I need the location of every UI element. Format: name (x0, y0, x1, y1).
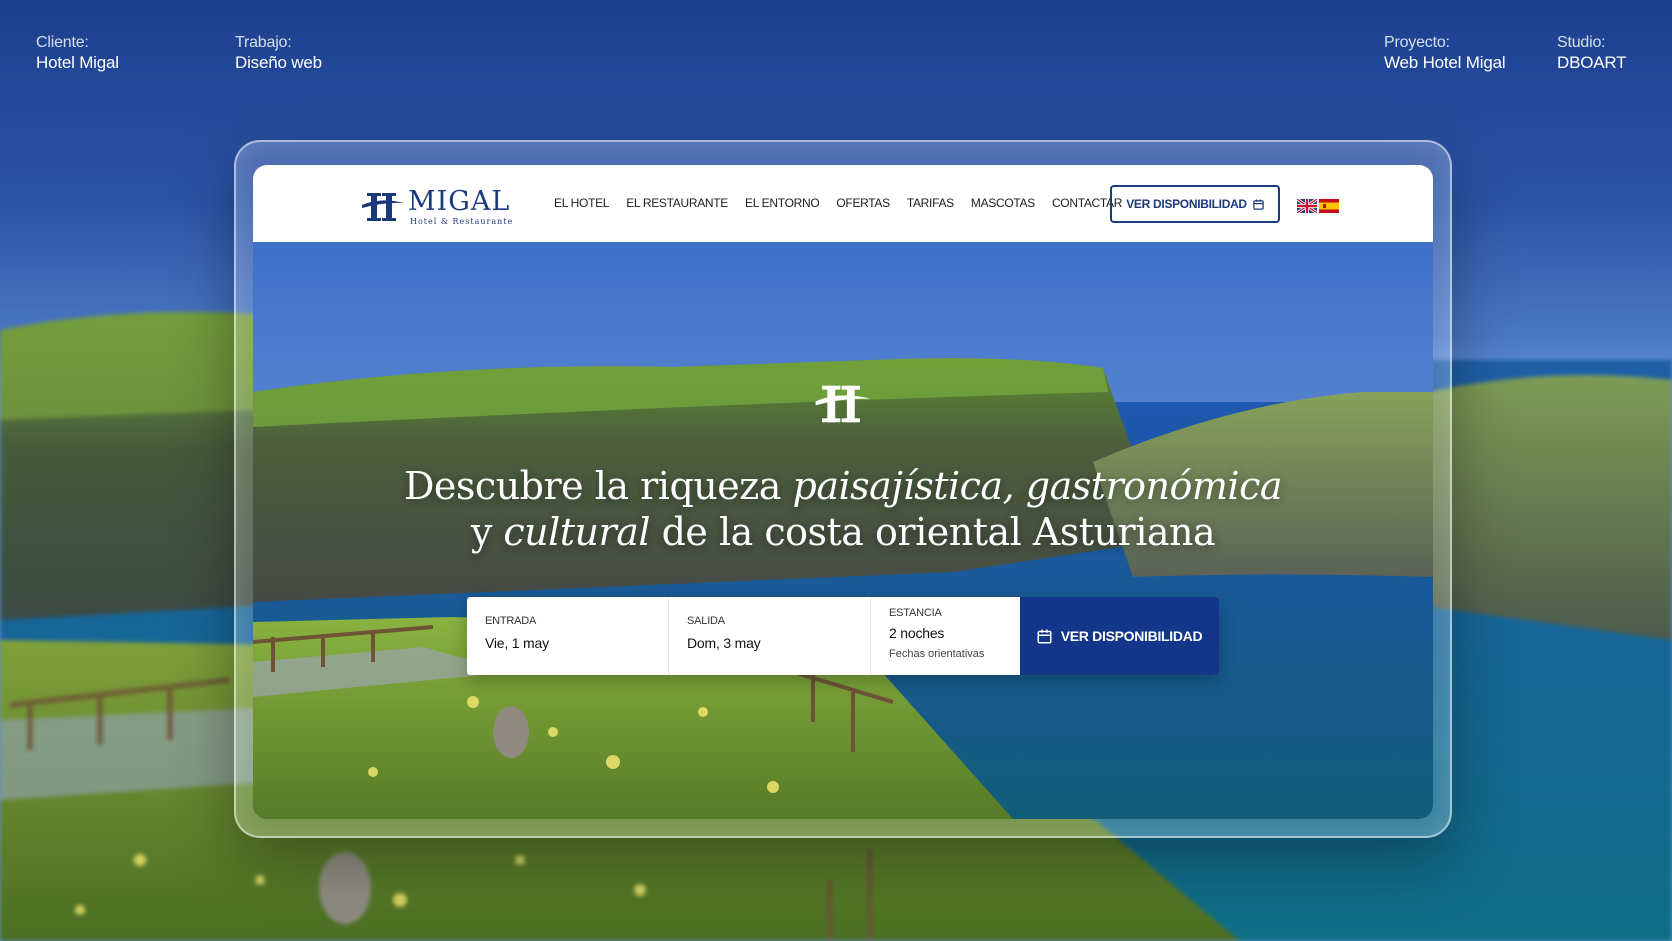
stay-value: 2 noches (889, 625, 945, 641)
meta-job-label: Trabajo: (235, 34, 292, 51)
website-screen: MIGAL Hotel & Restaurante EL HOTEL EL RE… (253, 165, 1433, 819)
hero-h-logo-icon (815, 385, 871, 423)
meta-studio-label: Studio: (1557, 34, 1606, 51)
headline-italic-2: cultural (503, 510, 651, 554)
booking-availability-button[interactable]: VER DISPONIBILIDAD (1020, 597, 1219, 675)
meta-job: Trabajo: Diseño web (235, 33, 322, 73)
hero-headline: Descubre la riqueza paisajística, gastro… (253, 463, 1433, 555)
menu-el-entorno[interactable]: EL ENTORNO (745, 196, 820, 210)
calendar-icon (1037, 629, 1052, 643)
menu-ofertas[interactable]: OFERTAS (836, 196, 890, 210)
nav-availability-button[interactable]: VER DISPONIBILIDAD (1110, 185, 1280, 223)
checkin-label: ENTRADA (485, 615, 537, 627)
headline-part-3: de la costa oriental Asturiana (650, 510, 1216, 554)
checkout-field[interactable]: SALIDA Dom, 3 may (669, 597, 871, 675)
menu-el-restaurante[interactable]: EL RESTAURANTE (626, 196, 728, 210)
logo-wordmark: MIGAL (408, 186, 511, 217)
checkout-label: SALIDA (687, 615, 725, 627)
calendar-icon (1253, 198, 1264, 210)
stay-note: Fechas orientativas (889, 648, 985, 660)
stay-field[interactable]: ESTANCIA 2 noches Fechas orientativas (871, 597, 1020, 675)
menu-mascotas[interactable]: MASCOTAS (971, 196, 1035, 210)
main-menu: EL HOTEL EL RESTAURANTE EL ENTORNO OFERT… (554, 196, 1122, 210)
booking-availability-label: VER DISPONIBILIDAD (1060, 628, 1203, 644)
spain-flag-icon[interactable] (1319, 199, 1339, 213)
logo-tagline: Hotel & Restaurante (410, 217, 514, 226)
checkin-value: Vie, 1 may (485, 635, 549, 651)
meta-client: Cliente: Hotel Migal (36, 33, 119, 73)
meta-studio: Studio: DBOART (1557, 33, 1627, 73)
meta-project-label: Proyecto: (1384, 34, 1450, 51)
headline-part-1: Descubre la riqueza (403, 464, 793, 508)
meta-client-label: Cliente: (36, 34, 89, 51)
menu-el-hotel[interactable]: EL HOTEL (554, 196, 609, 210)
meta-project: Proyecto: Web Hotel Migal (1384, 33, 1506, 73)
checkin-field[interactable]: ENTRADA Vie, 1 may (467, 597, 669, 675)
headline-part-2: y (470, 510, 504, 554)
menu-tarifas[interactable]: TARIFAS (907, 196, 954, 210)
site-logo[interactable]: MIGAL Hotel & Restaurante (360, 186, 514, 227)
booking-bar: ENTRADA Vie, 1 may SALIDA Dom, 3 may EST… (467, 597, 1219, 675)
nav-availability-label: VER DISPONIBILIDAD (1126, 197, 1247, 211)
stay-label: ESTANCIA (889, 607, 942, 619)
headline-italic-1: paisajística, gastronómica (792, 464, 1283, 508)
hotel-h-logo-icon (362, 193, 404, 221)
meta-project-value: Web Hotel Migal (1384, 53, 1506, 72)
meta-client-value: Hotel Migal (36, 53, 119, 72)
uk-flag-icon[interactable] (1297, 199, 1317, 213)
site-header: MIGAL Hotel & Restaurante EL HOTEL EL RE… (253, 165, 1433, 242)
checkout-value: Dom, 3 may (687, 635, 761, 651)
language-switcher (1297, 199, 1339, 213)
meta-studio-value: DBOART (1557, 53, 1627, 72)
meta-job-value: Diseño web (235, 53, 322, 72)
